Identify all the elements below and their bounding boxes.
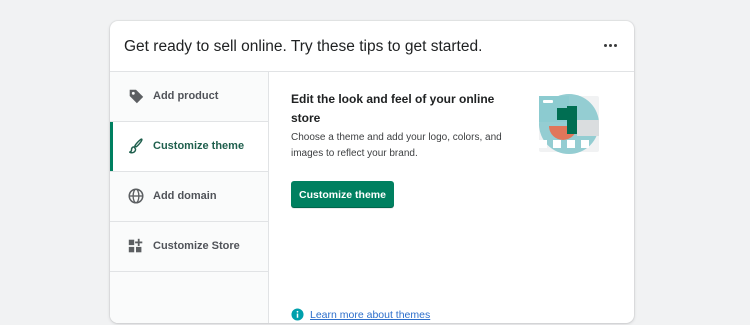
tab-add-domain[interactable]: Add domain bbox=[110, 172, 268, 222]
tips-tab-list: Add product Customize theme Add domain C… bbox=[110, 72, 269, 323]
tab-customize-theme[interactable]: Customize theme bbox=[110, 122, 268, 172]
tab-add-product[interactable]: Add product bbox=[110, 72, 268, 122]
horizontal-dots-icon bbox=[603, 43, 607, 47]
card-title: Get ready to sell online. Try these tips… bbox=[124, 38, 483, 55]
tip-heading: Edit the look and feel of your online st… bbox=[291, 92, 495, 125]
setup-guide-card: Get ready to sell online. Try these tips… bbox=[110, 21, 634, 323]
tag-icon bbox=[129, 89, 144, 104]
more-actions-button[interactable] bbox=[602, 37, 618, 53]
paintbrush-icon bbox=[128, 138, 143, 154]
globe-icon bbox=[128, 188, 144, 204]
tab-label: Add domain bbox=[153, 190, 217, 202]
learn-more-themes-link[interactable]: Learn more about themes bbox=[310, 309, 430, 321]
tab-label: Customize theme bbox=[153, 140, 245, 152]
tab-label: Add product bbox=[153, 90, 219, 102]
tip-content-panel: Edit the look and feel of your online st… bbox=[269, 72, 634, 323]
card-header: Get ready to sell online. Try these tips… bbox=[110, 21, 634, 72]
customize-theme-button[interactable]: Customize theme bbox=[291, 181, 394, 208]
tip-description: Choose a theme and add your logo, colors… bbox=[291, 132, 502, 159]
tab-label: Customize Store bbox=[153, 240, 240, 252]
tab-customize-store[interactable]: Customize Store bbox=[110, 222, 268, 272]
info-icon bbox=[291, 308, 304, 321]
learn-more-row: Learn more about themes bbox=[291, 308, 430, 321]
theme-illustration bbox=[539, 94, 599, 154]
apps-grid-icon bbox=[128, 238, 143, 253]
